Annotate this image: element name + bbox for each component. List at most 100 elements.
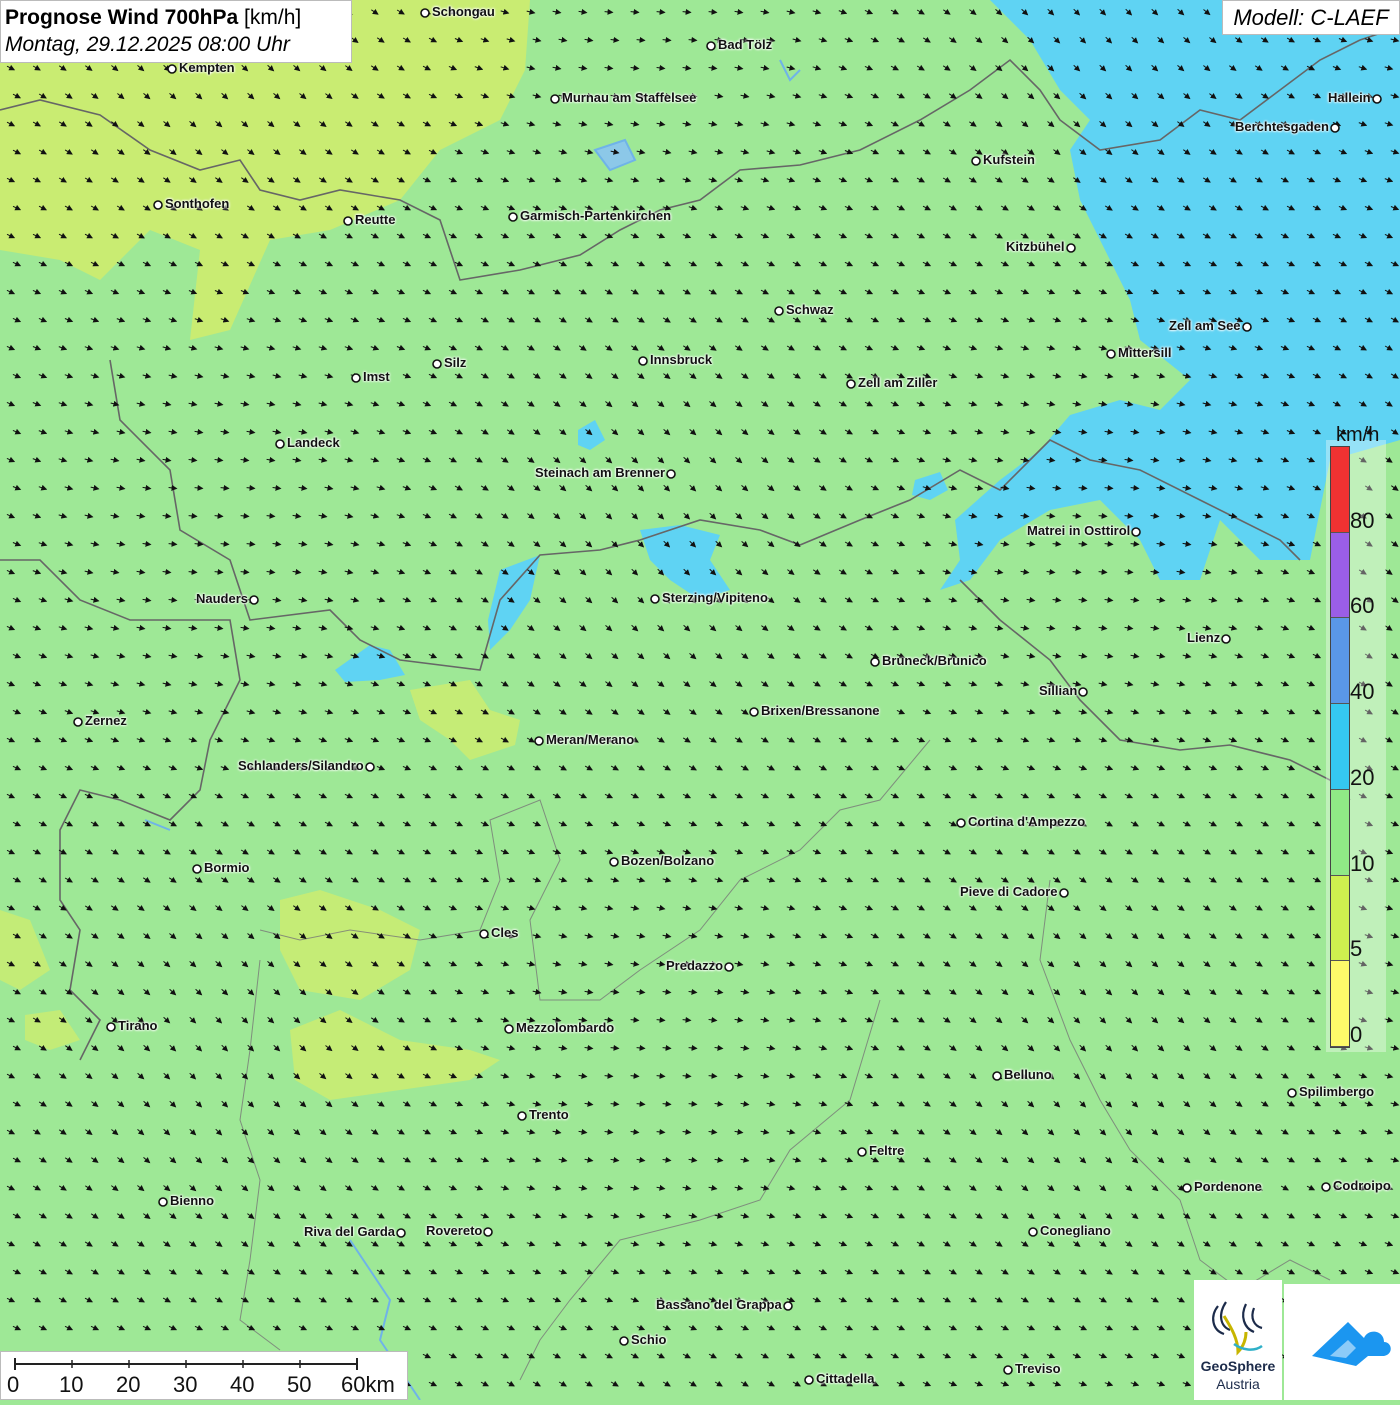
city-label: Pordenone: [1194, 1179, 1262, 1194]
city-label: Feltre: [869, 1143, 905, 1158]
city-label: Bad Tölz: [718, 37, 773, 52]
city-label: Kempten: [179, 60, 235, 75]
legend-label: 40: [1350, 679, 1375, 705]
city-marker: [1059, 888, 1069, 898]
legend-swatch: [1331, 875, 1349, 962]
city-marker: [275, 439, 285, 449]
scale-label-60km: 60km: [341, 1372, 395, 1397]
city-marker: [724, 962, 734, 972]
city-label: Silz: [444, 355, 467, 370]
city-marker: [857, 1147, 867, 1157]
city-label: Schio: [631, 1332, 667, 1347]
legend-unit: km/h: [1336, 424, 1380, 446]
legend-swatch: [1331, 789, 1349, 876]
city-marker: [609, 857, 619, 867]
legend-swatch: [1331, 618, 1349, 705]
legend-label: 80: [1350, 507, 1375, 533]
city-label: Meran/Merano: [546, 732, 635, 747]
city-label: Berchtesgaden: [1235, 119, 1329, 134]
city-label: Pieve di Cadore: [960, 884, 1058, 899]
city-label: Rovereto: [426, 1223, 483, 1238]
city-label: Bormio: [204, 860, 250, 875]
city-label: Lienz: [1187, 630, 1221, 645]
city-label: Steinach am Brenner: [535, 465, 666, 480]
city-label: Schongau: [432, 4, 495, 19]
city-marker: [249, 595, 259, 605]
geosphere-logo[interactable]: GeoSphere Austria: [1194, 1280, 1282, 1400]
city-label: Hallein: [1328, 90, 1371, 105]
scale-label-10: 10: [59, 1372, 84, 1397]
city-marker: [1242, 322, 1252, 332]
city-marker: [1003, 1365, 1013, 1375]
city-marker: [650, 594, 660, 604]
city-marker: [420, 8, 430, 18]
city-label: Imst: [363, 369, 390, 384]
city-label: Mittersill: [1118, 345, 1172, 360]
city-marker: [396, 1228, 406, 1238]
geosphere-sub: Austria: [1216, 1376, 1260, 1392]
city-marker: [666, 469, 676, 479]
city-label: Cittadella: [816, 1371, 875, 1386]
title-unit: [km/h]: [244, 6, 302, 29]
city-marker: [504, 1024, 514, 1034]
scale-label-30: 30: [173, 1372, 198, 1397]
geosphere-name: GeoSphere: [1200, 1358, 1276, 1374]
city-marker: [1131, 527, 1141, 537]
city-marker: [619, 1336, 629, 1346]
city-label: Kufstein: [983, 152, 1035, 167]
city-label: Innsbruck: [650, 352, 713, 367]
city-label: Trento: [529, 1107, 569, 1122]
city-label: Garmisch-Partenkirchen: [520, 208, 672, 223]
city-marker: [1287, 1088, 1297, 1098]
city-label: Zernez: [85, 713, 127, 728]
city-marker: [167, 64, 177, 74]
city-marker: [971, 156, 981, 166]
legend-label: 0: [1350, 1022, 1363, 1047]
city-label: Spilimbergo: [1299, 1084, 1375, 1099]
city-marker: [517, 1111, 527, 1121]
city-marker: [1182, 1183, 1192, 1193]
city-marker: [1078, 687, 1088, 697]
city-marker: [343, 216, 353, 226]
city-marker: [804, 1375, 814, 1385]
city-marker: [1106, 349, 1116, 359]
cloud-mountain-logo-icon: [1312, 1322, 1391, 1366]
scale-label-40: 40: [230, 1372, 255, 1397]
map-title: Prognose Wind 700hPa [km/h]: [5, 4, 347, 32]
city-label: Bassano del Grappa: [656, 1297, 782, 1312]
title-box: Prognose Wind 700hPa [km/h] Montag, 29.1…: [0, 0, 352, 63]
city-marker: [432, 359, 442, 369]
city-marker: [846, 379, 856, 389]
cloud-mountain-logo[interactable]: [1284, 1284, 1400, 1400]
city-marker: [638, 356, 648, 366]
forecast-datetime: Montag, 29.12.2025 08:00 Uhr: [5, 33, 290, 56]
city-marker: [534, 736, 544, 746]
city-marker: [706, 41, 716, 51]
city-marker: [153, 200, 163, 210]
legend-color-bar: [1330, 446, 1350, 1048]
legend-swatch: [1331, 447, 1349, 533]
legend-label: 5: [1350, 936, 1363, 962]
scale-label-0: 0: [7, 1372, 20, 1397]
city-marker: [749, 707, 759, 717]
city-marker: [774, 306, 784, 316]
city-marker: [1321, 1182, 1331, 1192]
scale-label-20: 20: [116, 1372, 141, 1397]
city-label: Tirano: [118, 1018, 158, 1033]
city-label: Reutte: [355, 212, 396, 227]
city-label: Nauders: [196, 591, 249, 606]
city-label: Sterzing/Vipiteno: [662, 590, 768, 605]
scale-bar: 0 10 20 30 40 50 60km: [0, 1351, 408, 1400]
city-marker: [870, 657, 880, 667]
city-label: Matrei in Osttirol: [1027, 523, 1131, 538]
legend-swatch: [1331, 961, 1349, 1047]
city-label: Conegliano: [1040, 1223, 1111, 1238]
city-marker: [1221, 634, 1231, 644]
legend-label: 20: [1350, 764, 1375, 790]
city-label: Schwaz: [786, 302, 834, 317]
city-label: Treviso: [1015, 1361, 1061, 1376]
city-label: Cortina d'Ampezzo: [968, 814, 1086, 829]
legend-label: 10: [1350, 850, 1375, 876]
city-label: Mezzolombardo: [516, 1020, 615, 1035]
city-marker: [479, 929, 489, 939]
